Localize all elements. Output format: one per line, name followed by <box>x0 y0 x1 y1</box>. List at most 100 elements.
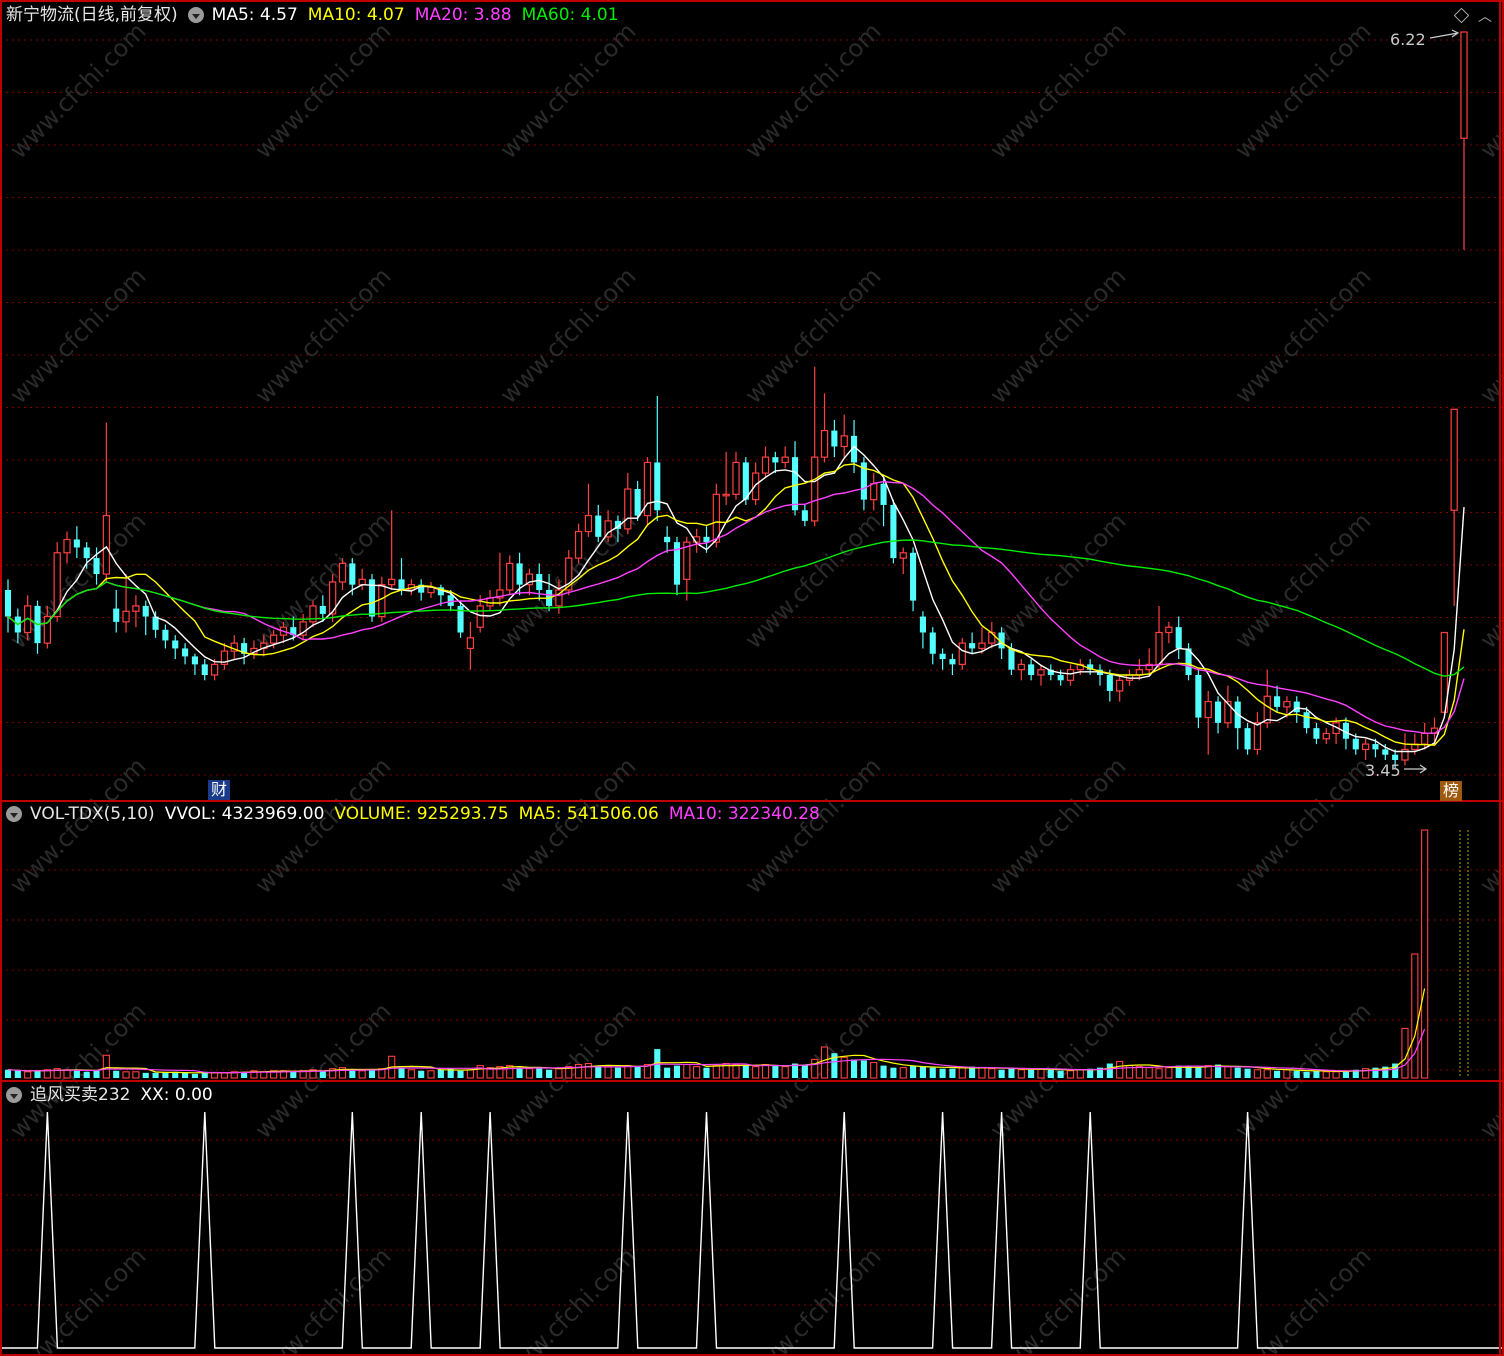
candle-body <box>349 563 356 585</box>
candle-body <box>1352 738 1359 750</box>
candle-body <box>811 456 819 522</box>
volume-bar <box>191 1073 198 1078</box>
candle-body <box>969 643 976 649</box>
volume-bar <box>1322 1071 1330 1079</box>
volume-bar <box>536 1067 543 1078</box>
volume-bar <box>1165 1067 1173 1079</box>
watermark-text: www.cfchi.com <box>984 507 1131 654</box>
candle-body <box>820 429 829 458</box>
watermark-text: www.cfchi.com <box>4 262 151 409</box>
volume-bar <box>939 1068 946 1078</box>
candle-body <box>1392 754 1399 761</box>
volume-bar <box>929 1067 936 1078</box>
volume-bar <box>998 1069 1005 1078</box>
candle-body <box>910 552 917 601</box>
high-price-label: 6.22 <box>1390 30 1426 49</box>
volume-bar <box>182 1072 189 1078</box>
watermark-text: www.cfchi.com <box>4 17 151 164</box>
ma20-label: MA20: 3.88 <box>414 5 512 25</box>
candle-body <box>929 632 936 654</box>
volume-bar <box>152 1072 159 1078</box>
candle-body <box>1017 663 1025 671</box>
volume-bar <box>546 1069 553 1078</box>
candle-body <box>201 664 208 676</box>
candle-body <box>840 435 848 448</box>
candle-body <box>1175 627 1182 649</box>
volume-bar <box>890 1067 897 1078</box>
finance-badge[interactable]: 财 <box>208 780 231 800</box>
volume-dropdown-icon[interactable] <box>6 806 22 822</box>
candle-body <box>978 642 986 650</box>
volume-bar <box>210 1072 219 1079</box>
volume-bar <box>398 1067 405 1078</box>
candle-body <box>73 539 80 548</box>
volume-bar <box>693 1066 701 1079</box>
volume-bar <box>24 1071 32 1079</box>
outer-border <box>0 0 1504 1356</box>
candle-body <box>102 514 111 575</box>
volume-bar <box>1195 1067 1202 1078</box>
indicator-dropdown-icon[interactable] <box>6 1087 22 1103</box>
volume-bar <box>427 1070 435 1079</box>
indicator-name[interactable]: 追风买卖232 <box>30 1082 130 1108</box>
candle-body <box>1274 696 1281 707</box>
candle-body <box>752 472 760 501</box>
volume-label: VOLUME: 925293.75 <box>334 804 509 824</box>
candle-body <box>781 456 789 464</box>
volume-bar <box>1116 1060 1124 1079</box>
volume-bar <box>673 1065 681 1078</box>
volume-bar <box>358 1070 366 1079</box>
volume-bar <box>113 1070 120 1078</box>
dropdown-icon[interactable] <box>187 7 204 23</box>
volume-bar <box>811 1058 819 1079</box>
chevron-up-icon[interactable]: ︿ <box>1478 6 1492 26</box>
watermark-text: www.cfchi.com <box>984 1242 1131 1356</box>
volume-bar <box>801 1064 808 1078</box>
candle-body <box>1116 679 1124 692</box>
volume-bar <box>574 1064 583 1079</box>
candle-body <box>831 430 838 447</box>
low-arrow <box>1404 764 1428 774</box>
volume-bar <box>595 1065 602 1078</box>
volume-bar <box>949 1068 956 1078</box>
volume-bar <box>1066 1070 1075 1079</box>
volume-bar <box>910 1065 917 1078</box>
volume-bar <box>614 1067 621 1078</box>
candle-body <box>378 584 386 618</box>
volume-bar <box>1303 1071 1310 1078</box>
volume-bar <box>1411 953 1419 1079</box>
volume-bar <box>1224 1066 1232 1079</box>
chart-canvas[interactable]: www.cfchi.com www.cfchi.com www.cfchi.com w… <box>0 0 1504 1356</box>
rank-badge[interactable]: 榜 <box>1440 781 1463 801</box>
volume-bar <box>634 1066 641 1078</box>
volume-bar <box>93 1070 100 1078</box>
volume-bar <box>4 1069 12 1078</box>
candle-body <box>880 483 887 505</box>
candle-body <box>132 605 140 612</box>
candle-body <box>722 493 730 497</box>
candle-body <box>93 558 100 575</box>
candle-body <box>63 538 71 554</box>
candle-body <box>574 530 583 559</box>
volume-bar <box>732 1064 740 1079</box>
volume-bar <box>958 1067 966 1079</box>
candle-body <box>742 462 749 500</box>
volume-bar <box>1135 1066 1143 1079</box>
candle-body <box>1037 669 1045 676</box>
candle-body <box>269 634 278 644</box>
candle-body <box>1293 701 1300 713</box>
xx-indicator-line <box>0 1111 1504 1349</box>
volume-bar <box>418 1070 425 1078</box>
candle-body <box>801 510 808 521</box>
volume-bar <box>1274 1070 1281 1078</box>
volume-bar <box>132 1071 140 1079</box>
candle-body <box>761 456 770 474</box>
volume-bar <box>703 1067 710 1078</box>
volume-bar <box>851 1059 858 1078</box>
volume-bar <box>525 1068 534 1079</box>
candle-body <box>1106 675 1113 691</box>
candle-body <box>162 629 169 641</box>
stock-title[interactable]: 新宁物流(日线,前复权) <box>6 2 178 28</box>
volume-indicator-name[interactable]: VOL-TDX(5,10) <box>30 801 155 827</box>
watermark-text: www.cfchi.com <box>739 262 886 409</box>
